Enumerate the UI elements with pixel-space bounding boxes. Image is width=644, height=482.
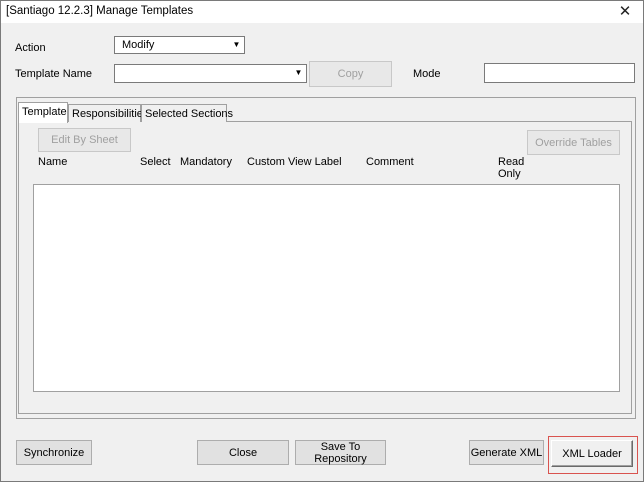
action-value: Modify (122, 39, 155, 51)
template-name-dropdown[interactable]: ▼ (114, 64, 307, 83)
tab-responsibilities[interactable]: Responsibilities (68, 104, 148, 122)
action-label: Action (15, 42, 46, 54)
close-button[interactable]: Close (197, 440, 289, 465)
generate-xml-button[interactable]: Generate XML (469, 440, 544, 465)
mode-field[interactable] (484, 63, 635, 83)
column-header-name: Name (38, 156, 68, 168)
chevron-down-icon[interactable]: ▼ (230, 38, 243, 52)
column-header-read-only: Read Only (498, 156, 525, 180)
column-header-comment: Comment (366, 156, 414, 168)
window-title: [Santiago 12.2.3] Manage Templates (6, 5, 194, 17)
action-dropdown[interactable]: Modify ▼ (114, 36, 245, 54)
column-header-select: Select (140, 156, 171, 168)
save-to-repository-button[interactable]: Save To Repository (295, 440, 386, 465)
column-header-custom-view-label: Custom View Label (247, 156, 342, 168)
close-icon[interactable]: ✕ (611, 2, 639, 22)
tab-template[interactable]: Template (18, 102, 68, 123)
override-tables-button[interactable]: Override Tables (527, 130, 620, 155)
title-bar: [Santiago 12.2.3] Manage Templates ✕ (1, 1, 643, 23)
tab-selected-sections[interactable]: Selected Sections (141, 104, 233, 122)
mode-label: Mode (413, 68, 441, 80)
copy-button[interactable]: Copy (309, 61, 392, 87)
highlight-box (548, 436, 638, 474)
chevron-down-icon[interactable]: ▼ (292, 66, 305, 80)
synchronize-button[interactable]: Synchronize (16, 440, 92, 465)
template-grid[interactable] (33, 184, 620, 392)
column-header-mandatory: Mandatory (180, 156, 232, 168)
edit-by-sheet-button[interactable]: Edit By Sheet (38, 128, 131, 152)
template-name-label: Template Name (15, 68, 93, 80)
